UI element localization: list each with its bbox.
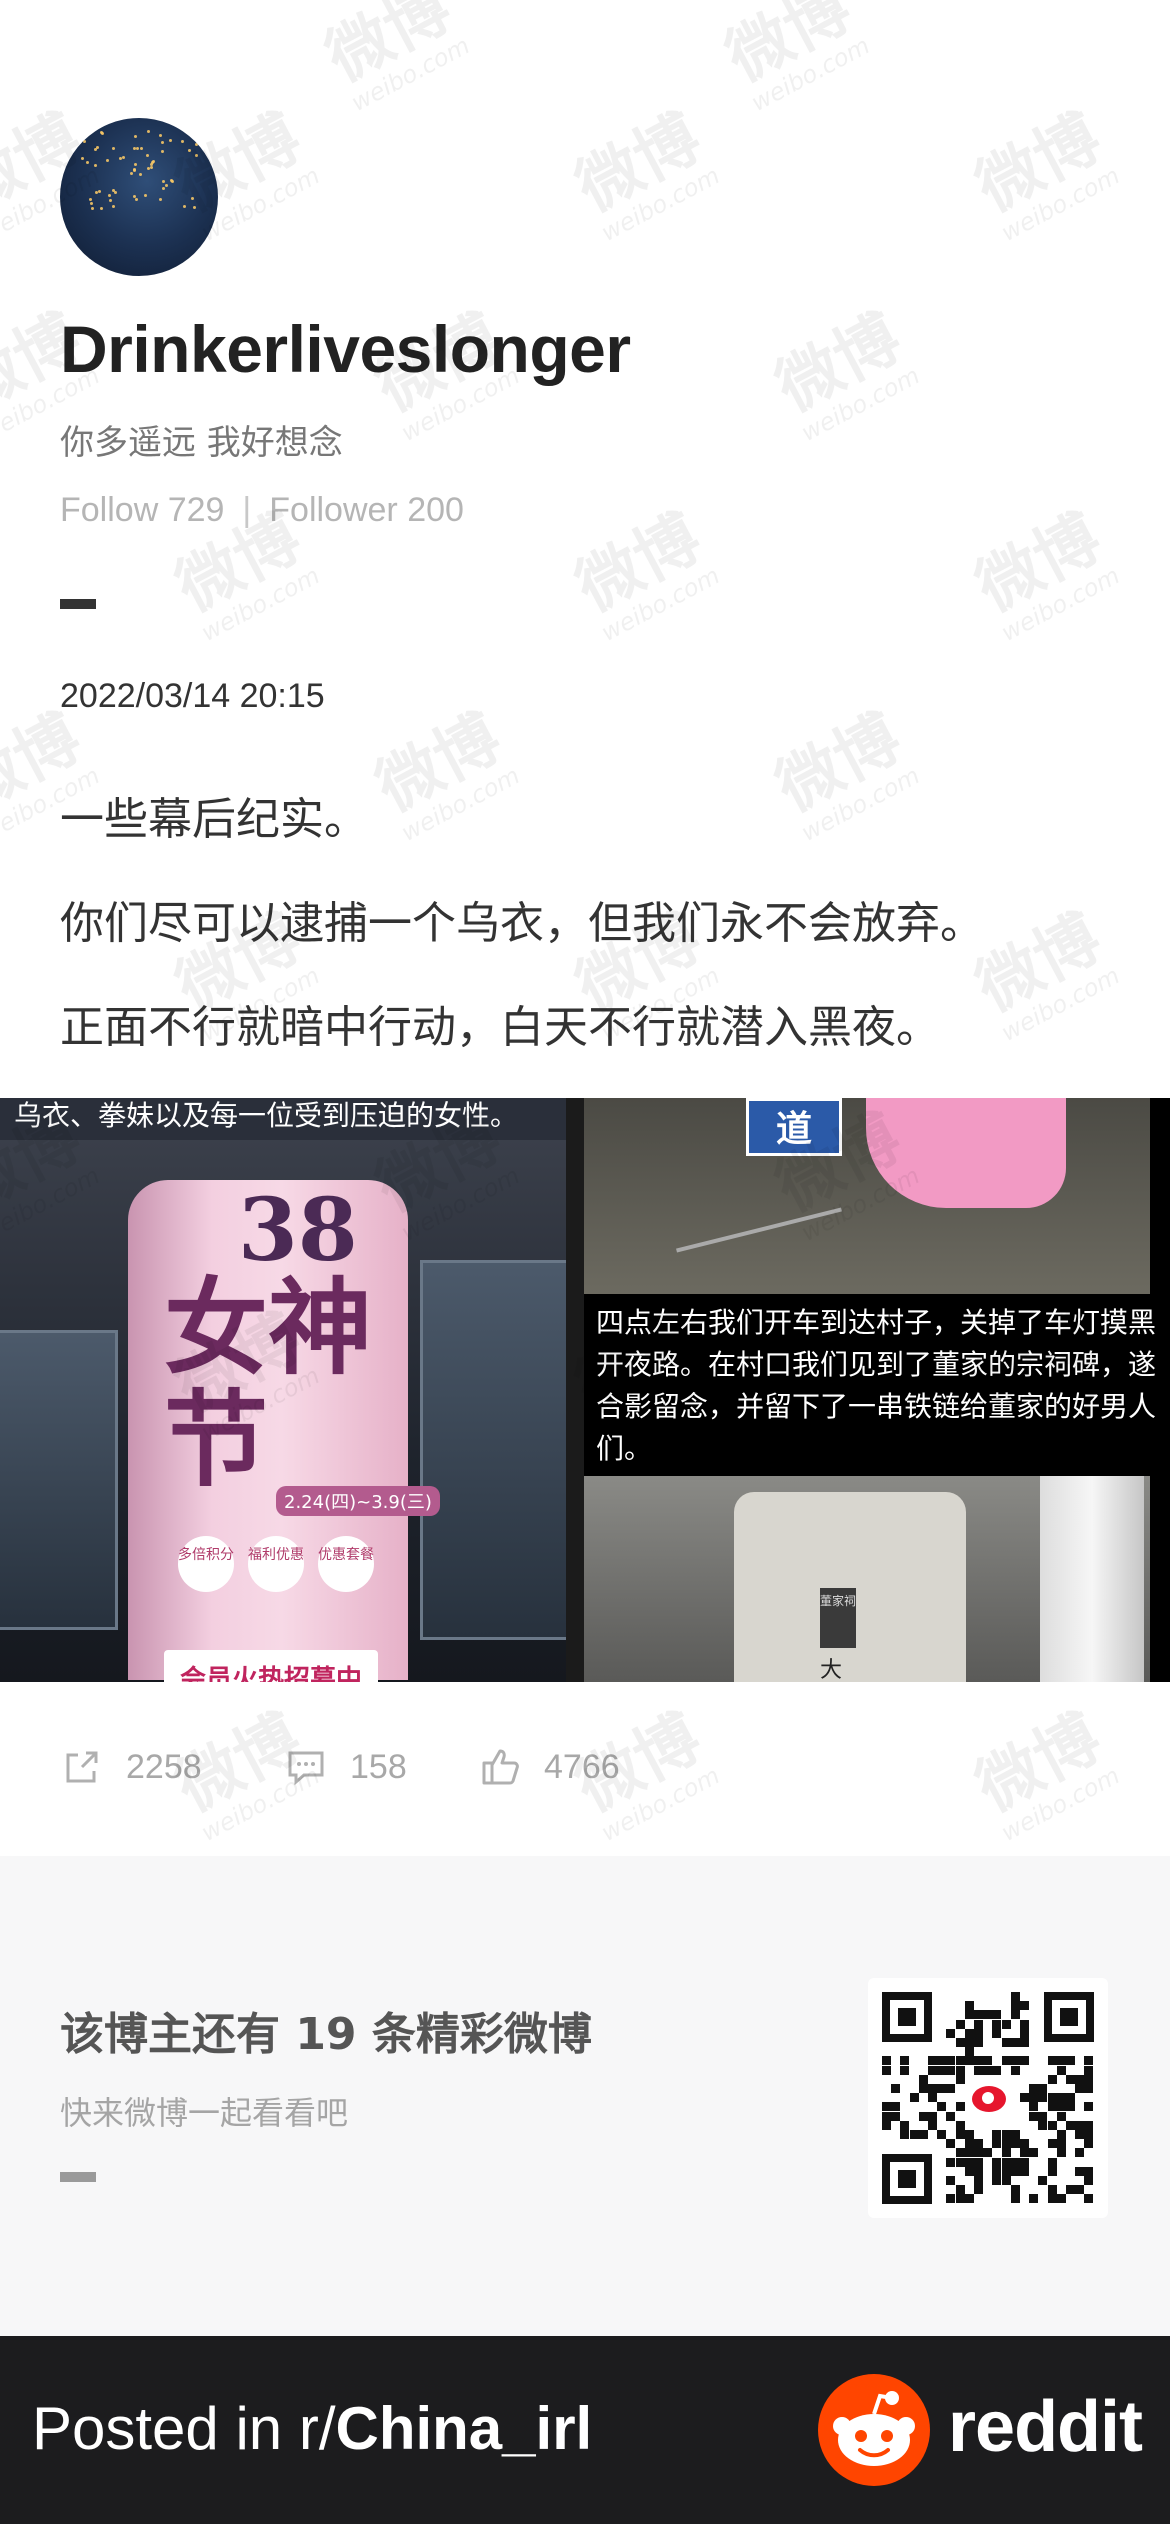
qr-finder xyxy=(882,2154,932,2204)
post-body: 一些幕后纪实。 你们尽可以逮捕一个乌衣，但我们永不会放弃。 正面不行就暗中行动，… xyxy=(60,768,1120,1080)
pillar-tag: 优惠套餐 xyxy=(318,1536,374,1592)
post-image-left[interactable]: 乌衣、拳妹以及每一位受到压迫的女性。 38 女神节 2.24(四)~3.9(三)… xyxy=(0,1098,566,1682)
festival-pillar-ad: 38 女神节 2.24(四)~3.9(三) 多倍积分 福利优惠 优惠套餐 会员火热招… xyxy=(128,1180,440,1682)
comment-count: 158 xyxy=(350,1747,407,1786)
image-caption-right: 四点左右我们开车到达村子，关掉了车灯摸黑开夜路。在村口我们见到了董家的宗祠碑，遂… xyxy=(596,1306,1157,1465)
username[interactable]: Drinkerliveslonger xyxy=(60,311,631,387)
post-date: 2022/03/14 20:15 xyxy=(60,677,325,715)
glass-door xyxy=(420,1260,566,1640)
more-posts-section: 该博主还有 19 条精彩微博 快来微博一起看看吧 xyxy=(0,1856,1170,2336)
reddit-footer: Posted in r/China_irl reddit xyxy=(0,2336,1170,2524)
weibo-watermark: 微博weibo.com xyxy=(564,100,725,247)
weibo-watermark: 微博weibo.com xyxy=(714,0,875,117)
ancestral-stele-scene: 董家祠 大 xyxy=(584,1476,1150,1682)
weibo-logo-icon xyxy=(966,2076,1012,2122)
divider-dash xyxy=(60,599,96,609)
post-image-right[interactable]: 道 四点左右我们开车到达村子，关掉了车灯摸黑开夜路。在村口我们见到了董家的宗祠碑… xyxy=(584,1098,1170,1682)
pole xyxy=(1040,1476,1144,1682)
weibo-watermark: 微博weibo.com xyxy=(964,500,1125,647)
weibo-watermark: 微博weibo.com xyxy=(964,1700,1125,1847)
pillar-tag: 多倍积分 xyxy=(178,1536,234,1592)
qr-finder xyxy=(882,1992,932,2042)
post-line: 一些幕后纪实。 xyxy=(60,794,368,845)
more-posts-title: 该博主还有 19 条精彩微博 xyxy=(60,2009,592,2060)
weibo-watermark: 微博weibo.com xyxy=(964,100,1125,247)
qr-code[interactable] xyxy=(868,1978,1108,2218)
weibo-watermark: 微博weibo.com xyxy=(314,0,475,117)
comment-button[interactable]: 158 xyxy=(284,1742,407,1792)
pillar-date: 2.24(四)~3.9(三) xyxy=(276,1486,440,1516)
pillar-tag: 福利优惠 xyxy=(248,1536,304,1592)
divider-dash xyxy=(60,2172,96,2182)
road-sign: 道 xyxy=(746,1098,842,1156)
repost-button[interactable]: 2258 xyxy=(60,1742,202,1792)
qr-finder xyxy=(1044,1992,1094,2042)
reddit-snoo-icon xyxy=(818,2374,930,2486)
post-line: 你们尽可以逮捕一个乌衣，但我们永不会放弃。 xyxy=(60,898,984,949)
follow-stats: Follow 729 | Follower 200 xyxy=(60,491,464,530)
pillar-tags: 多倍积分 福利优惠 优惠套餐 xyxy=(178,1536,388,1592)
repost-count: 2258 xyxy=(126,1747,202,1786)
more-posts-subtitle: 快来微博一起看看吧 xyxy=(60,2094,349,2132)
post-line: 正面不行就暗中行动，白天不行就潜入黑夜。 xyxy=(60,1002,940,1053)
follow-count[interactable]: Follow 729 xyxy=(60,491,224,529)
pillar-banner: 会员火热招募中 xyxy=(164,1650,378,1682)
pillar-title: 女神节 xyxy=(164,1266,373,1501)
weibo-watermark: 微博weibo.com xyxy=(764,300,925,447)
follower-count[interactable]: Follower 200 xyxy=(269,491,464,529)
user-bio: 你多遥远 我好想念 xyxy=(60,423,343,463)
stats-separator: | xyxy=(242,491,252,529)
image-caption-left: 乌衣、拳妹以及每一位受到压迫的女性。 xyxy=(14,1099,519,1132)
posted-prefix: Posted in r/ xyxy=(32,2395,336,2462)
comment-icon xyxy=(288,1751,324,1786)
pink-blanket xyxy=(866,1098,1066,1208)
stele-plaque: 董家祠 xyxy=(820,1588,856,1648)
subreddit-name: China_irl xyxy=(335,2395,593,2462)
chain xyxy=(676,1207,842,1253)
road-scene: 道 xyxy=(584,1098,1150,1294)
stele-text: 大 xyxy=(820,1658,843,1682)
qr-pattern xyxy=(882,1992,1094,2204)
avatar[interactable] xyxy=(60,118,218,276)
stele: 董家祠 大 xyxy=(734,1492,966,1682)
thumbs-up-icon xyxy=(482,1749,519,1785)
posted-in-label[interactable]: Posted in r/China_irl xyxy=(32,2394,592,2463)
like-count: 4766 xyxy=(544,1747,620,1786)
share-icon xyxy=(66,1751,98,1783)
reddit-wordmark: reddit xyxy=(948,2387,1143,2467)
post-image-collage[interactable]: 乌衣、拳妹以及每一位受到压迫的女性。 38 女神节 2.24(四)~3.9(三)… xyxy=(0,1098,1170,1682)
glass-door xyxy=(0,1330,118,1630)
weibo-watermark: 微博weibo.com xyxy=(564,500,725,647)
like-button[interactable]: 4766 xyxy=(478,1742,620,1792)
